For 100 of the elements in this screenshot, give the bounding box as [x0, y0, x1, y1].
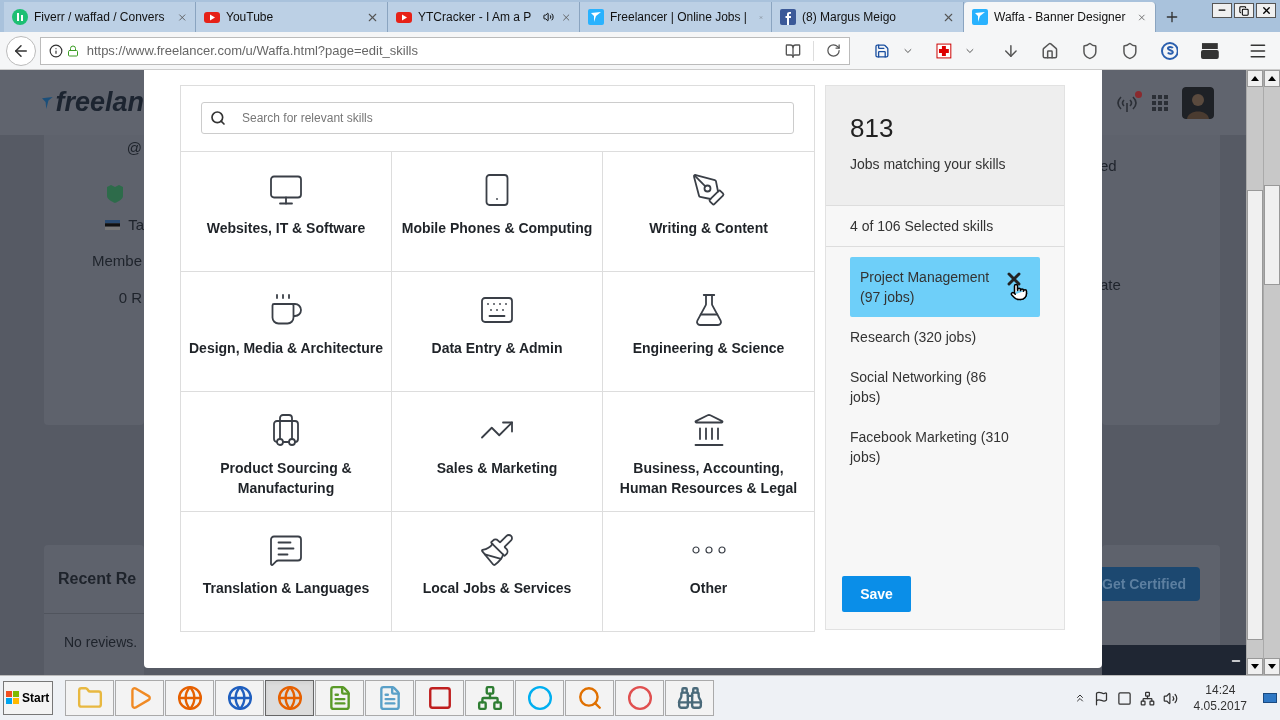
category-tile[interactable]: Engineering & Science: [603, 271, 814, 391]
tab-title: YouTube: [226, 9, 274, 26]
lock-icon: [66, 44, 79, 57]
home-icon[interactable]: [1041, 41, 1060, 60]
category-tile[interactable]: Local Jobs & Services: [392, 511, 603, 631]
speaker-icon[interactable]: [543, 10, 555, 24]
dots-icon: [691, 546, 726, 554]
close-icon: [1260, 5, 1272, 16]
category-tile[interactable]: Other: [603, 511, 814, 631]
browser-tab[interactable]: Waffa - Banner Designer: [964, 2, 1156, 32]
category-label: Engineering & Science: [631, 339, 786, 358]
restore-icon: [1239, 5, 1249, 16]
scroll-up-button[interactable]: [1264, 70, 1280, 87]
browser-tab[interactable]: Fiverr / waffad / Convers: [4, 2, 196, 32]
category-tile[interactable]: Data Entry & Admin: [392, 271, 603, 391]
search-field[interactable]: Search for relevant skills: [201, 102, 794, 134]
speaker-icon[interactable]: [1162, 690, 1178, 706]
tab-title: Freelancer | Online Jobs |: [610, 9, 747, 26]
browser-tab[interactable]: (8) Margus Meigo: [772, 2, 964, 32]
profile-text: Ta: [128, 214, 144, 235]
search-icon: [210, 110, 226, 126]
new-tab-icon[interactable]: [1164, 9, 1180, 25]
taskbar-button[interactable]: [565, 680, 614, 716]
clock-time[interactable]: 14:24: [1205, 682, 1236, 698]
category-tile[interactable]: Business, Accounting, Human Resources & Legal: [603, 391, 814, 511]
tab-title: Fiverr / waffad / Convers: [34, 9, 165, 26]
scrollbar-thumb[interactable]: [1247, 190, 1263, 640]
globe-icon: [226, 685, 253, 711]
s-circle-icon[interactable]: [1160, 41, 1179, 60]
category-tile[interactable]: Mobile Phones & Computing: [392, 151, 603, 271]
flag-icon[interactable]: [1093, 690, 1109, 706]
youtube-icon: [396, 9, 412, 25]
logo-text: freelan: [55, 86, 144, 120]
restore-button[interactable]: [1234, 3, 1254, 18]
back-button[interactable]: [6, 35, 36, 66]
tab-title: (8) Margus Meigo: [802, 9, 897, 26]
url-text: https://www.freelancer.com/u/Waffa.html?page=edit_skills: [86, 41, 418, 60]
shield-dollar-icon: [106, 183, 124, 204]
profile-text: @: [126, 138, 142, 158]
network-icon[interactable]: [1139, 690, 1155, 706]
taskbar-button[interactable]: [165, 680, 214, 716]
category-tile[interactable]: Design, Media & Architecture: [181, 271, 392, 391]
scrollbar-thumb[interactable]: [1264, 185, 1280, 285]
clock-date[interactable]: 4.05.2017: [1193, 698, 1247, 714]
scroll-up-button[interactable]: [1247, 70, 1263, 87]
scroll-down-button[interactable]: [1264, 658, 1280, 675]
taskbar-button[interactable]: [465, 680, 514, 716]
category-label: Translation & Languages: [201, 579, 371, 598]
category-tile[interactable]: Translation & Languages: [181, 511, 392, 631]
taskbar-button[interactable]: [415, 680, 464, 716]
reviews-empty-text: No reviews.: [63, 633, 139, 652]
category-label: Mobile Phones & Computing: [400, 219, 594, 238]
selected-summary: 4 of 106 Selected skills: [826, 206, 1064, 247]
url-field[interactable]: https://www.freelancer.com/u/Waffa.html?page=edit_skills: [39, 36, 851, 65]
reader-icon[interactable]: [785, 42, 802, 59]
tab-title: YTCracker - I Am a P: [418, 9, 532, 26]
flag-icon: [105, 219, 121, 230]
brush-icon: [479, 532, 515, 568]
jobs-count: 813: [850, 112, 895, 144]
jobs-caption: Jobs matching your skills: [850, 155, 1007, 174]
ring-icon: [626, 685, 653, 711]
category-tile[interactable]: Websites, IT & Software: [181, 151, 392, 271]
facebook-icon: [780, 9, 796, 25]
taskbar-button[interactable]: [315, 680, 364, 716]
pen-nib-icon: [690, 172, 727, 208]
category-label: Local Jobs & Services: [421, 579, 573, 598]
taskbar-button[interactable]: [365, 680, 414, 716]
start-button[interactable]: Start: [3, 681, 53, 715]
browser-tab[interactable]: Freelancer | Online Jobs |: [580, 2, 772, 32]
save-icon[interactable]: [874, 42, 890, 59]
close-window-button[interactable]: [1256, 3, 1276, 18]
skill-chip[interactable]: Facebook Marketing (310 jobs): [850, 427, 1040, 467]
category-tile[interactable]: Writing & Content: [603, 151, 814, 271]
youtube-icon: [204, 9, 220, 25]
taskbar-button[interactable]: [215, 680, 264, 716]
info-icon: [48, 43, 63, 58]
category-label: Sales & Marketing: [435, 459, 559, 478]
skill-chip[interactable]: Project Management (97 jobs): [850, 257, 1040, 317]
profile-text: Membe: [91, 251, 142, 271]
category-label: Writing & Content: [648, 219, 769, 238]
browser-tab[interactable]: YouTube: [196, 2, 388, 32]
shield-icon[interactable]: [1120, 41, 1139, 60]
bird-icon: [972, 9, 988, 25]
taskbar-button[interactable]: [615, 680, 664, 716]
taskbar-button[interactable]: [665, 680, 714, 716]
category-label: Data Entry & Admin: [430, 339, 564, 358]
reload-icon[interactable]: [826, 43, 842, 58]
avatar[interactable]: [1182, 86, 1214, 119]
browser-tab[interactable]: YTCracker - I Am a P: [388, 2, 580, 32]
taskbar-button[interactable]: [265, 680, 314, 716]
first-aid-icon[interactable]: [935, 42, 952, 59]
category-label: Design, Media & Architecture: [188, 339, 384, 358]
skill-chip[interactable]: Research (320 jobs): [850, 327, 1040, 347]
category-tile[interactable]: Product Sourcing & Manufacturing: [181, 391, 392, 511]
category-label: Business, Accounting, Human Resources & Legal: [618, 459, 799, 498]
minimize-button[interactable]: [1212, 3, 1232, 18]
category-tile[interactable]: Sales & Marketing: [392, 391, 603, 511]
category-label: Websites, IT & Software: [205, 219, 367, 238]
skill-chip[interactable]: Social Networking (86 jobs): [850, 367, 1040, 407]
scroll-down-button[interactable]: [1247, 658, 1263, 675]
